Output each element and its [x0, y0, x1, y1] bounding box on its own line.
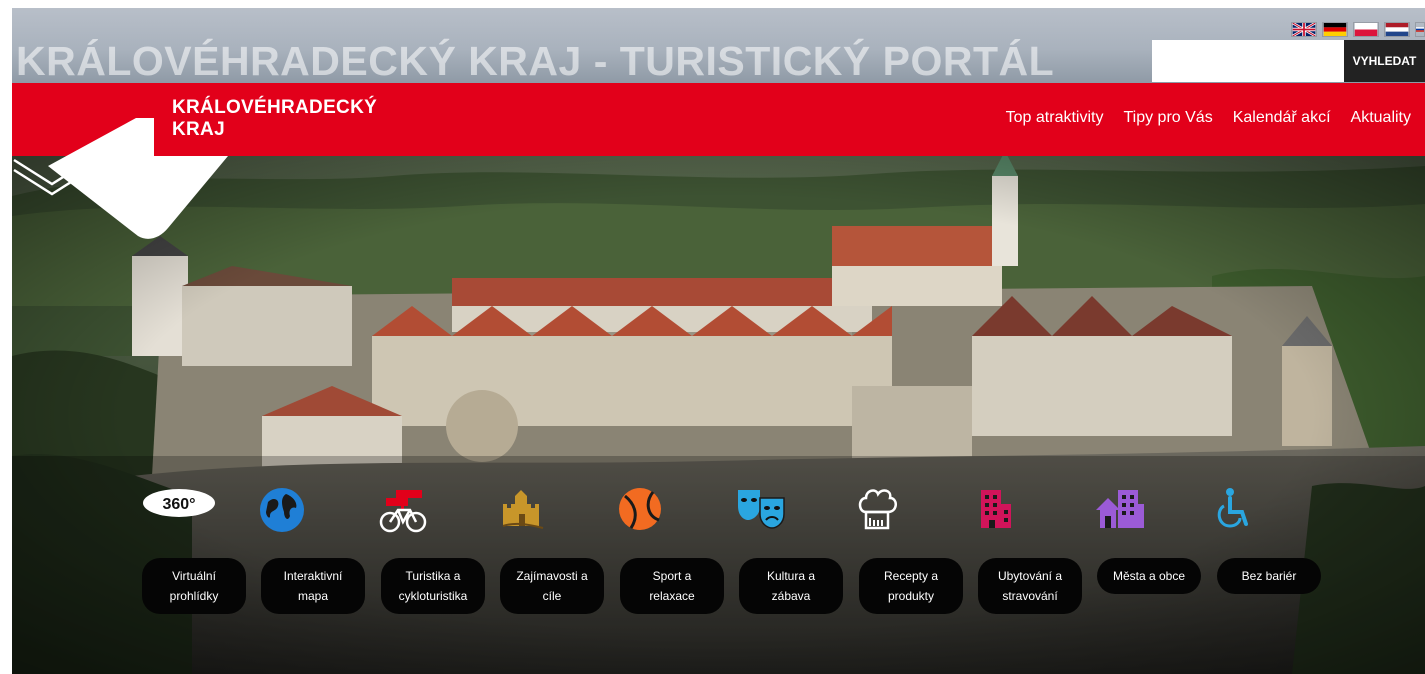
theatre-masks-icon[interactable]: [736, 486, 846, 538]
polish-flag-icon[interactable]: [1353, 22, 1379, 37]
category-attractions[interactable]: Zajímavosti a cíle: [497, 486, 607, 614]
category-label[interactable]: Města a obce: [1097, 558, 1201, 594]
nav-tips[interactable]: Tipy pro Vás: [1123, 109, 1212, 127]
category-label[interactable]: Kultura a zábava: [739, 558, 843, 614]
category-label[interactable]: Sport a relaxace: [620, 558, 724, 614]
page: KRÁLOVÉHRADECKÝ KRAJ - TURISTICKÝ PORTÁL: [0, 0, 1425, 674]
globe-icon[interactable]: [258, 486, 368, 538]
castle-icon[interactable]: [497, 486, 607, 538]
category-label[interactable]: Zajímavosti a cíle: [500, 558, 604, 614]
category-recipes-products[interactable]: Recepty a produkty: [856, 486, 966, 614]
category-label[interactable]: Interaktivní mapa: [261, 558, 365, 614]
category-sport-relaxation[interactable]: Sport a relaxace: [617, 486, 727, 614]
category-label[interactable]: Ubytování a stravování: [978, 558, 1082, 614]
language-switcher: [1291, 22, 1425, 37]
category-accommodation-dining[interactable]: Ubytování a stravování: [975, 486, 1085, 614]
search-button[interactable]: VYHLEDAT: [1344, 40, 1425, 82]
primary-nav: Top atraktivity Tipy pro Vás Kalendář ak…: [1006, 109, 1411, 127]
360-icon[interactable]: 360°: [139, 486, 249, 538]
dutch-flag-icon[interactable]: [1384, 22, 1410, 37]
logo-line-1: KRÁLOVÉHRADECKÝ: [172, 97, 378, 118]
hotel-icon[interactable]: [975, 486, 1085, 538]
site-title: KRÁLOVÉHRADECKÝ KRAJ - TURISTICKÝ PORTÁL: [16, 38, 1055, 83]
nav-news[interactable]: Aktuality: [1351, 109, 1411, 127]
wheelchair-icon[interactable]: [1214, 486, 1324, 538]
category-culture-entertainment[interactable]: Kultura a zábava: [736, 486, 846, 614]
category-towns[interactable]: Města a obce: [1094, 486, 1204, 594]
category-label[interactable]: Bez bariér: [1217, 558, 1321, 594]
ball-icon[interactable]: [617, 486, 727, 538]
town-buildings-icon[interactable]: [1094, 486, 1204, 538]
bicycle-signpost-icon[interactable]: [378, 486, 488, 538]
russian-flag-icon[interactable]: [1415, 22, 1425, 37]
region-logo-icon[interactable]: [48, 118, 228, 240]
category-hiking-cycling[interactable]: Turistika a cykloturistika: [378, 486, 488, 614]
category-virtual-tours[interactable]: 360° Virtuální prohlídky: [139, 486, 249, 614]
nav-top-attractions[interactable]: Top atraktivity: [1006, 109, 1104, 127]
search-input[interactable]: [1152, 40, 1344, 82]
german-flag-icon[interactable]: [1322, 22, 1348, 37]
nav-events-calendar[interactable]: Kalendář akcí: [1233, 109, 1331, 127]
svg-text:360°: 360°: [162, 496, 195, 513]
category-interactive-map[interactable]: Interaktivní mapa: [258, 486, 368, 614]
category-accessible[interactable]: Bez bariér: [1214, 486, 1324, 594]
category-label[interactable]: Virtuální prohlídky: [142, 558, 246, 614]
chef-hat-icon[interactable]: [856, 486, 966, 538]
uk-flag-icon[interactable]: [1291, 22, 1317, 37]
category-label[interactable]: Turistika a cykloturistika: [381, 558, 485, 614]
category-label[interactable]: Recepty a produkty: [859, 558, 963, 614]
